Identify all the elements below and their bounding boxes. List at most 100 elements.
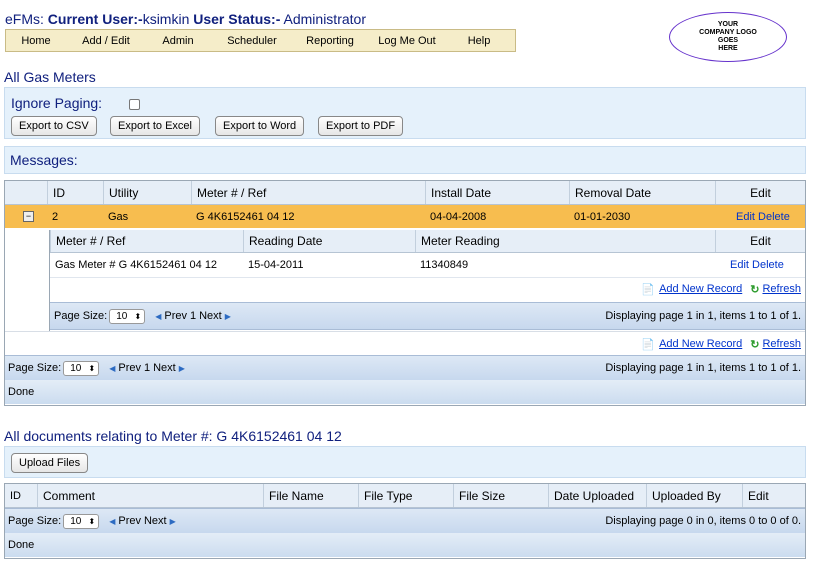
detail-grid: Meter # / Ref Reading Date Meter Reading… [49, 230, 805, 332]
add-record-icon: 📄 [641, 338, 656, 351]
meters-title: All Gas Meters [4, 69, 96, 85]
doc-col-uploaded-by[interactable]: Uploaded By [646, 484, 742, 507]
detail-edit-link[interactable]: Edit [730, 259, 749, 271]
col-utility[interactable]: Utility [103, 181, 191, 204]
detail-reading: 11340849 [420, 259, 469, 271]
user-status: Administrator [283, 11, 366, 27]
doc-next[interactable]: Next [144, 515, 167, 527]
prev-arrow-icon[interactable]: ◀ [109, 517, 115, 526]
main-menu: Home Add / Edit Admin Scheduler Reportin… [5, 29, 516, 52]
row-actions: Edit Delete [731, 205, 811, 228]
edit-link[interactable]: Edit [736, 211, 755, 223]
table-row[interactable]: − 2 Gas G 4K6152461 04 12 04-04-2008 01-… [5, 205, 805, 228]
meters-grid: ID Utility Meter # / Ref Install Date Re… [4, 180, 806, 406]
user-status-line: eFMs: Current User:-ksimkin User Status:… [5, 11, 366, 27]
status-bar: Done [5, 380, 805, 404]
row-utility: Gas [108, 210, 129, 223]
export-pdf-button[interactable]: Export to PDF [318, 116, 404, 136]
current-user: ksimkin [142, 11, 190, 27]
detail-col-date[interactable]: Reading Date [243, 230, 415, 252]
page-size-label: Page Size: [8, 362, 62, 374]
doc-status-done: Done [8, 539, 35, 551]
row-id: 2 [52, 210, 59, 223]
meters-pager: Page Size: 10 ◀ Prev 1 Next ▶ Displaying… [5, 355, 805, 381]
detail-displaying: Displaying page 1 in 1, items 1 to 1 of … [605, 310, 801, 322]
upload-files-button[interactable]: Upload Files [11, 453, 89, 473]
doc-col-file-size[interactable]: File Size [453, 484, 548, 507]
detail-add-new-record[interactable]: Add New Record [659, 283, 742, 295]
refresh-icon: ↻ [750, 338, 760, 351]
app-name: eFMs: [5, 11, 44, 27]
page-number[interactable]: 1 [144, 362, 150, 374]
refresh-link[interactable]: Refresh [762, 338, 801, 350]
user-status-label: User Status:- [193, 11, 281, 27]
detail-page-size-label: Page Size: [54, 310, 108, 322]
ignore-paging-label: Ignore Paging: [11, 95, 103, 111]
next-arrow-icon[interactable]: ▶ [225, 312, 231, 321]
doc-status-bar: Done [5, 533, 805, 557]
doc-displaying: Displaying page 0 in 0, items 0 to 0 of … [605, 515, 801, 527]
prev-arrow-icon[interactable]: ◀ [109, 364, 115, 373]
status-done: Done [8, 386, 35, 398]
menu-admin[interactable]: Admin [146, 35, 210, 47]
menu-add-edit[interactable]: Add / Edit [66, 35, 146, 47]
row-removal: 01-01-2030 [574, 210, 631, 223]
doc-col-file-type[interactable]: File Type [358, 484, 453, 507]
menu-reporting[interactable]: Reporting [294, 35, 366, 47]
current-user-label: Current User:- [47, 11, 143, 27]
detail-meter: Gas Meter # G 4K6152461 04 12 [55, 259, 218, 271]
messages-panel: Messages: [4, 146, 806, 174]
detail-col-meter[interactable]: Meter # / Ref [50, 230, 243, 252]
grid-header: ID Utility Meter # / Ref Install Date Re… [5, 181, 805, 205]
col-id[interactable]: ID [47, 181, 103, 204]
col-edit: Edit [715, 181, 805, 204]
col-install-date[interactable]: Install Date [425, 181, 569, 204]
export-csv-button[interactable]: Export to CSV [11, 116, 97, 136]
delete-link[interactable]: Delete [758, 211, 790, 223]
col-meter-ref[interactable]: Meter # / Ref [191, 181, 425, 204]
documents-header: ID Comment File Name File Type File Size… [5, 484, 805, 508]
detail-delete-link[interactable]: Delete [752, 259, 784, 271]
row-install: 04-04-2008 [430, 210, 487, 223]
prev-link[interactable]: Prev [118, 362, 141, 374]
doc-page-size-select[interactable]: 10 [63, 513, 100, 529]
command-bar: 📄 Add New Record ↻ Refresh [5, 331, 805, 356]
upload-panel: Upload Files [4, 446, 806, 478]
detail-date: 15-04-2011 [248, 259, 304, 271]
export-word-button[interactable]: Export to Word [215, 116, 305, 136]
doc-col-comment[interactable]: Comment [37, 484, 263, 507]
menu-scheduler[interactable]: Scheduler [210, 35, 294, 47]
doc-prev[interactable]: Prev [118, 515, 141, 527]
next-arrow-icon[interactable]: ▶ [170, 517, 176, 526]
detail-next[interactable]: Next [199, 310, 222, 322]
export-excel-button[interactable]: Export to Excel [110, 116, 200, 136]
doc-col-date-uploaded[interactable]: Date Uploaded [548, 484, 646, 507]
detail-actions: Edit Delete [725, 253, 805, 277]
menu-home[interactable]: Home [6, 35, 66, 47]
detail-page-number[interactable]: 1 [190, 310, 196, 322]
documents-grid: ID Comment File Name File Type File Size… [4, 483, 806, 559]
row-meter: G 4K6152461 04 12 [196, 210, 295, 223]
refresh-icon: ↻ [750, 283, 760, 296]
ignore-paging-checkbox[interactable] [129, 99, 140, 110]
detail-refresh[interactable]: Refresh [762, 283, 801, 295]
add-new-record[interactable]: Add New Record [659, 338, 742, 350]
doc-col-file-name[interactable]: File Name [263, 484, 358, 507]
table-row[interactable]: Gas Meter # G 4K6152461 04 12 15-04-2011… [50, 253, 805, 278]
col-removal-date[interactable]: Removal Date [569, 181, 715, 204]
menu-help[interactable]: Help [448, 35, 510, 47]
detail-prev[interactable]: Prev [164, 310, 187, 322]
displaying-text: Displaying page 1 in 1, items 1 to 1 of … [605, 362, 801, 374]
next-arrow-icon[interactable]: ▶ [179, 364, 185, 373]
detail-col-reading[interactable]: Meter Reading [415, 230, 715, 252]
company-logo: YOUR COMPANY LOGO GOES HERE [669, 12, 787, 62]
export-panel: Ignore Paging: Export to CSV Export to E… [4, 87, 806, 139]
menu-log-me-out[interactable]: Log Me Out [366, 35, 448, 47]
doc-col-id[interactable]: ID [5, 484, 37, 507]
detail-pager: Page Size: 10 ◀ Prev 1 Next ▶ Displaying… [50, 302, 805, 330]
page-size-select[interactable]: 10 [63, 360, 100, 376]
next-link[interactable]: Next [153, 362, 176, 374]
collapse-icon[interactable]: − [18, 205, 38, 228]
detail-page-size-select[interactable]: 10 [109, 308, 146, 324]
prev-arrow-icon[interactable]: ◀ [155, 312, 161, 321]
